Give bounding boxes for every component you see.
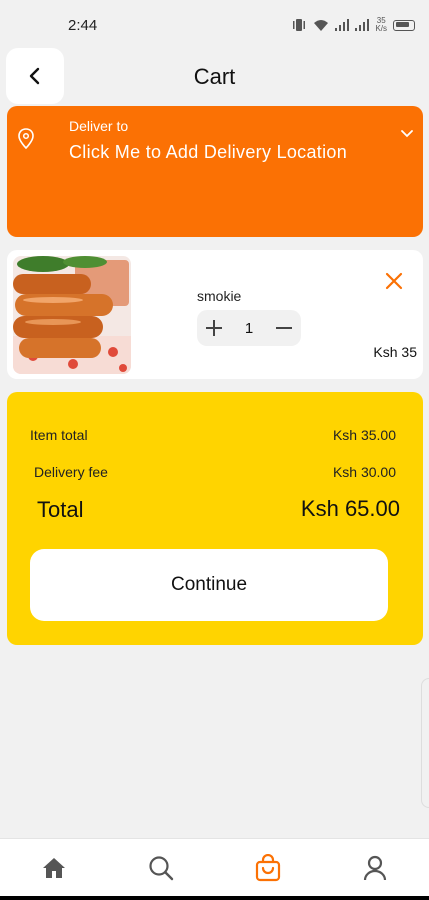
shopping-bag-icon <box>256 853 281 881</box>
side-pull-tab[interactable] <box>421 678 429 808</box>
page-title: Cart <box>193 64 236 89</box>
nav-home[interactable] <box>24 839 84 897</box>
total-value: Ksh 65.00 <box>300 496 400 521</box>
signal-icon-2 <box>355 19 370 31</box>
item-total-label: Item total <box>30 427 88 443</box>
wifi-icon <box>314 19 329 31</box>
profile-icon <box>364 855 387 880</box>
order-summary: Item total Ksh 35.00 Delivery fee Ksh 30… <box>7 392 423 645</box>
chevron-down-icon <box>401 130 413 138</box>
bottom-navigation <box>0 838 429 896</box>
signal-icon <box>335 19 350 31</box>
plus-icon <box>206 320 222 336</box>
system-nav-bar <box>0 896 429 900</box>
total-label: Total <box>37 497 84 522</box>
deliver-to-label: Deliver to <box>69 118 129 134</box>
item-name: smokie <box>197 288 242 304</box>
vibrate-icon <box>293 19 306 31</box>
quantity-value: 1 <box>244 319 254 337</box>
header: Cart <box>0 48 429 106</box>
remove-item-button[interactable] <box>383 270 405 292</box>
battery-icon <box>393 19 415 31</box>
net-speed: 35 K/s <box>375 16 387 33</box>
delivery-fee-label: Delivery fee <box>34 464 108 480</box>
cart-item: smokie 1 Ksh 35 <box>7 250 423 379</box>
item-price: Ksh 35 <box>373 344 417 360</box>
quantity-stepper: 1 <box>197 310 301 346</box>
increase-quantity-button[interactable] <box>201 315 227 341</box>
continue-button[interactable]: Continue <box>30 549 388 621</box>
decrease-quantity-button[interactable] <box>271 315 297 341</box>
product-image <box>13 256 131 374</box>
nav-cart[interactable] <box>238 839 298 897</box>
status-icons: 35 K/s <box>291 17 415 33</box>
close-icon <box>385 272 403 290</box>
status-bar: 2:44 35 K/s <box>0 0 429 50</box>
location-pin-icon <box>18 128 34 150</box>
delivery-location-value: Click Me to Add Delivery Location <box>69 142 348 162</box>
nav-profile[interactable] <box>345 839 405 897</box>
status-time: 2:44 <box>68 16 98 34</box>
item-total-value: Ksh 35.00 <box>332 427 396 443</box>
search-icon <box>149 855 174 880</box>
delivery-fee-value: Ksh 30.00 <box>332 464 396 480</box>
home-icon <box>42 857 65 878</box>
minus-icon <box>276 327 292 329</box>
nav-search[interactable] <box>131 839 191 897</box>
delivery-location-card[interactable]: Deliver to Click Me to Add Delivery Loca… <box>7 106 423 237</box>
